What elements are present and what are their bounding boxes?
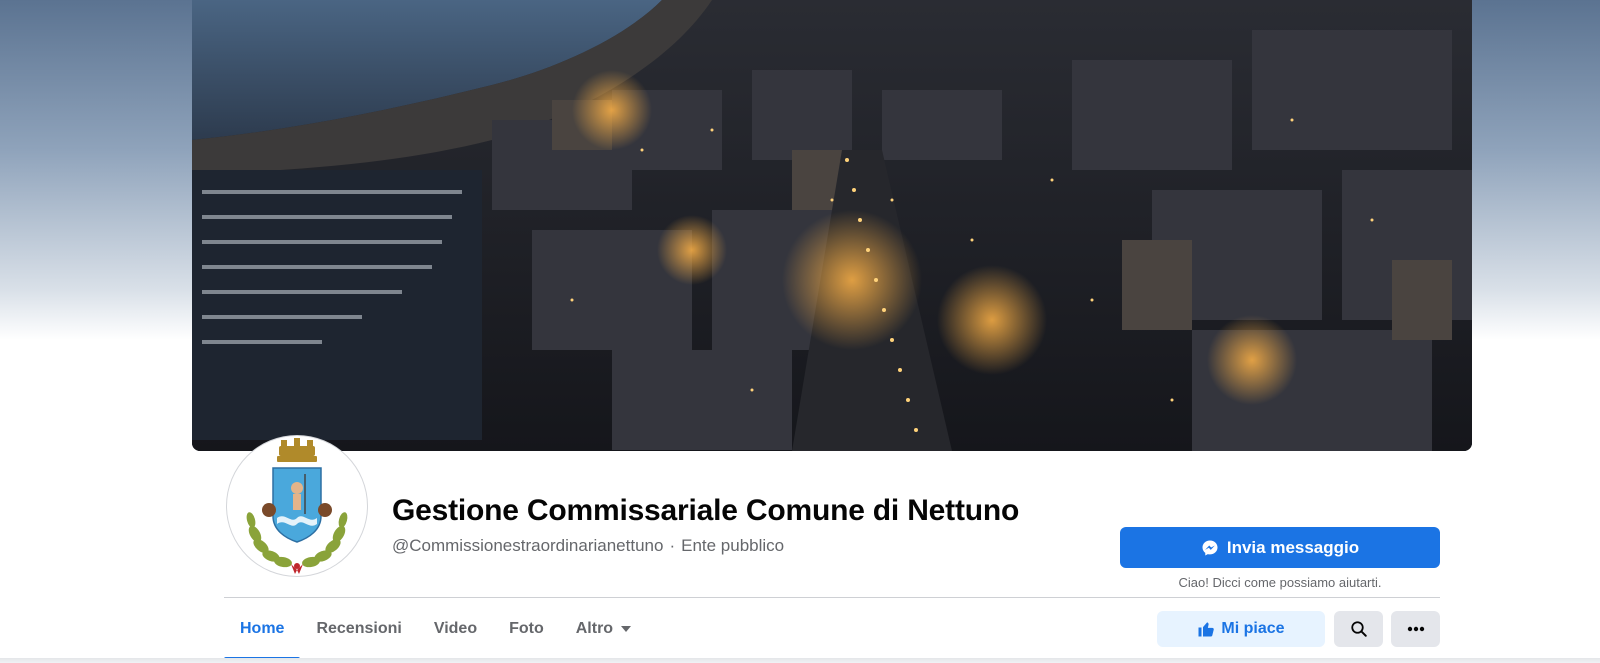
tab-more-label: Altro — [575, 620, 614, 637]
search-icon — [1350, 620, 1368, 638]
tab-video[interactable]: Video — [418, 598, 493, 660]
search-button[interactable] — [1334, 611, 1383, 647]
like-button[interactable]: Mi piace — [1157, 611, 1325, 647]
tab-photos[interactable]: Foto — [493, 598, 560, 660]
greeting-text: Ciao! Dicci come possiamo aiutarti. — [1178, 575, 1382, 590]
tab-reviews[interactable]: Recensioni — [300, 598, 417, 660]
more-options-button[interactable] — [1391, 611, 1440, 647]
profile-picture[interactable] — [227, 436, 367, 576]
tab-photos-label: Foto — [509, 620, 544, 637]
tab-home[interactable]: Home — [224, 598, 301, 660]
page-tabs: Home Recensioni Video Foto Altro — [224, 598, 647, 660]
page-subtitle: @Commissionestraordinarianettuno · Ente pu… — [392, 536, 784, 556]
messenger-icon — [1201, 539, 1219, 557]
tab-more[interactable]: Altro — [560, 598, 647, 660]
content-separator — [0, 658, 1600, 663]
send-message-button[interactable]: Invia messaggio — [1120, 527, 1440, 568]
caret-down-icon — [621, 626, 632, 632]
tab-video-label: Video — [433, 620, 478, 637]
page-title: Gestione Commissariale Comune di Nettuno — [392, 494, 1020, 527]
cover-photo[interactable] — [192, 0, 1472, 451]
page-category[interactable]: Ente pubblico — [681, 536, 784, 555]
tab-reviews-label: Recensioni — [316, 620, 402, 637]
subtitle-separator: · — [669, 536, 676, 555]
more-dots-icon — [1407, 626, 1425, 632]
coat-of-arms-logo — [246, 438, 348, 574]
tab-home-label: Home — [240, 620, 285, 637]
send-message-label: Invia messaggio — [1226, 537, 1360, 557]
like-label: Mi piace — [1221, 620, 1285, 637]
page-handle[interactable]: @Commissionestraordinarianettuno — [392, 536, 663, 555]
thumbs-up-icon — [1197, 620, 1215, 638]
